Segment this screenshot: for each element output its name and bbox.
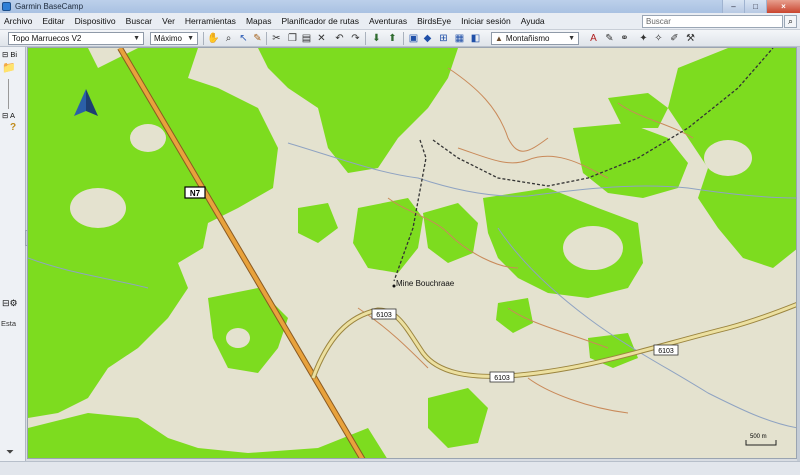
activity-profile-value: Montañismo <box>505 34 550 43</box>
road-label-n7: N7 <box>190 189 201 198</box>
paste-icon[interactable]: ▤ <box>300 32 313 45</box>
scale-bar: 500 m <box>745 434 777 446</box>
close-button[interactable]: × <box>766 0 800 13</box>
collapse-icon[interactable]: ⊟ <box>2 111 8 120</box>
mountain-icon: ▲ <box>495 34 503 43</box>
menu-mapas[interactable]: Mapas <box>242 16 276 26</box>
fit-icon[interactable]: ⊞ <box>437 32 450 45</box>
waypoint-edit-icon[interactable]: ✧ <box>652 32 665 45</box>
menu-iniciar-sesion[interactable]: Iniciar sesión <box>457 16 515 26</box>
road-shield-6103-c: 6103 <box>653 344 679 356</box>
view-2d-icon[interactable]: ▣ <box>407 32 420 45</box>
road-shield-6103-a: 6103 <box>371 308 397 320</box>
folder-icon[interactable]: 📁 <box>2 61 16 74</box>
vegetation-patch <box>423 203 478 263</box>
map-view[interactable]: N7 6103 6103 6103 Mine Bouchraae 500 m <box>27 47 797 459</box>
filter-icon[interactable]: ⏷ <box>6 447 14 458</box>
link-icon[interactable]: ⚭ <box>618 32 631 45</box>
route-icon[interactable]: A <box>587 32 600 45</box>
menu-bar: Archivo Editar Dispositivo Buscar Ver He… <box>0 13 800 30</box>
view-3d-icon[interactable]: ◆ <box>421 32 434 45</box>
library-section[interactable]: ⊟ Bi <box>2 50 17 59</box>
window-title: Garmin BaseCamp <box>15 2 84 11</box>
select-icon[interactable]: ↖ <box>237 32 250 45</box>
toolbar-separator <box>365 32 366 45</box>
delete-icon[interactable]: ✕ <box>315 32 328 45</box>
menu-planificador[interactable]: Planificador de rutas <box>277 16 363 26</box>
collapse-icon[interactable]: ⊟ <box>2 50 8 59</box>
menu-ver[interactable]: Ver <box>158 16 179 26</box>
basecamp-window: Garmin BaseCamp – □ × Archivo Editar Dis… <box>0 0 800 475</box>
copy-icon[interactable]: ❐ <box>286 32 299 45</box>
toolbar-separator <box>203 32 204 45</box>
menu-herramientas[interactable]: Herramientas <box>181 16 240 26</box>
chevron-down-icon: ▼ <box>568 35 575 42</box>
road-label-6103: 6103 <box>658 348 674 355</box>
road-label-6103: 6103 <box>494 375 510 382</box>
adventures-section[interactable]: ⊟ A <box>2 111 15 120</box>
map-canvas[interactable]: N7 6103 6103 6103 Mine Bouchraae 500 m <box>28 48 797 459</box>
map-product-value: Topo Marruecos V2 <box>12 34 82 43</box>
erase-icon[interactable]: ✐ <box>668 32 681 45</box>
vegetation-patch <box>428 388 488 448</box>
menu-ayuda[interactable]: Ayuda <box>517 16 549 26</box>
menu-aventuras[interactable]: Aventuras <box>365 16 411 26</box>
settings-icon[interactable]: ⊟⚙ <box>2 298 18 309</box>
toolbar: Topo Marruecos V2 ▼ Máximo ▼ ✋ ⌕ ↖ ✎ ✂ ❐… <box>0 30 800 47</box>
search-input[interactable]: Buscar <box>642 15 783 28</box>
toolbar-separator <box>403 32 404 45</box>
vegetation-patch <box>298 203 338 243</box>
app-icon <box>2 2 11 11</box>
title-bar: Garmin BaseCamp – □ × <box>0 0 800 13</box>
hand-icon[interactable]: ✋ <box>207 32 220 45</box>
status-bar <box>0 461 800 475</box>
toolbar-separator <box>266 32 267 45</box>
activity-profile-select[interactable]: ▲ Montañismo ▼ <box>491 32 579 45</box>
redo-icon[interactable]: ↷ <box>349 32 362 45</box>
undo-icon[interactable]: ↶ <box>333 32 346 45</box>
send-icon[interactable]: ⬆ <box>386 32 399 45</box>
library-label: Bi <box>10 50 18 59</box>
tree-line <box>8 79 9 109</box>
grid-icon[interactable]: ▦ <box>453 32 466 45</box>
road-shield-6103-b: 6103 <box>489 371 515 383</box>
road-label-6103: 6103 <box>376 312 392 319</box>
vegetation-patch <box>496 298 533 333</box>
cut-icon[interactable]: ✂ <box>270 32 283 45</box>
search-icon[interactable]: ⌕ <box>784 15 797 28</box>
vegetation-patch <box>353 198 423 273</box>
menu-editar[interactable]: Editar <box>38 16 68 26</box>
menu-buscar[interactable]: Buscar <box>122 16 156 26</box>
receive-icon[interactable]: ⬇ <box>370 32 383 45</box>
scale-label: 500 m <box>750 434 767 440</box>
tool-icon[interactable]: ⚒ <box>684 32 697 45</box>
maximize-button[interactable]: □ <box>744 0 766 13</box>
menu-archivo[interactable]: Archivo <box>0 16 36 26</box>
measure-icon[interactable]: ✎ <box>251 32 264 45</box>
track-icon[interactable]: ✦ <box>637 32 650 45</box>
status-label: Esta <box>1 319 17 328</box>
chevron-down-icon: ▼ <box>133 35 140 42</box>
zoom-icon[interactable]: ⌕ <box>222 32 235 45</box>
menu-dispositivo[interactable]: Dispositivo <box>71 16 120 26</box>
window-controls: – □ × <box>722 0 800 13</box>
map-product-select[interactable]: Topo Marruecos V2 ▼ <box>8 32 144 45</box>
vegetation-south <box>28 413 387 458</box>
layers-icon[interactable]: ◧ <box>469 32 482 45</box>
detail-level-select[interactable]: Máximo ▼ <box>150 32 198 45</box>
library-panel: ⊟ Bi 📁 ⊟ A ? ⊟⚙ Esta ⏷ <box>0 47 26 463</box>
vegetation-north-center <box>258 48 458 173</box>
detail-level-value: Máximo <box>154 34 183 43</box>
chevron-down-icon: ▼ <box>187 35 194 42</box>
minimize-button[interactable]: – <box>722 0 744 13</box>
help-icon[interactable]: ? <box>10 122 16 133</box>
place-label-mine: Mine Bouchraae <box>396 279 455 288</box>
road-shield-n7: N7 <box>184 186 206 199</box>
menu-birdseye[interactable]: BirdsEye <box>413 16 455 26</box>
vegetation-patch <box>208 288 288 373</box>
pencil-icon[interactable]: ✎ <box>603 32 616 45</box>
adventures-label: A <box>9 111 15 120</box>
vegetation-layer <box>28 48 796 458</box>
